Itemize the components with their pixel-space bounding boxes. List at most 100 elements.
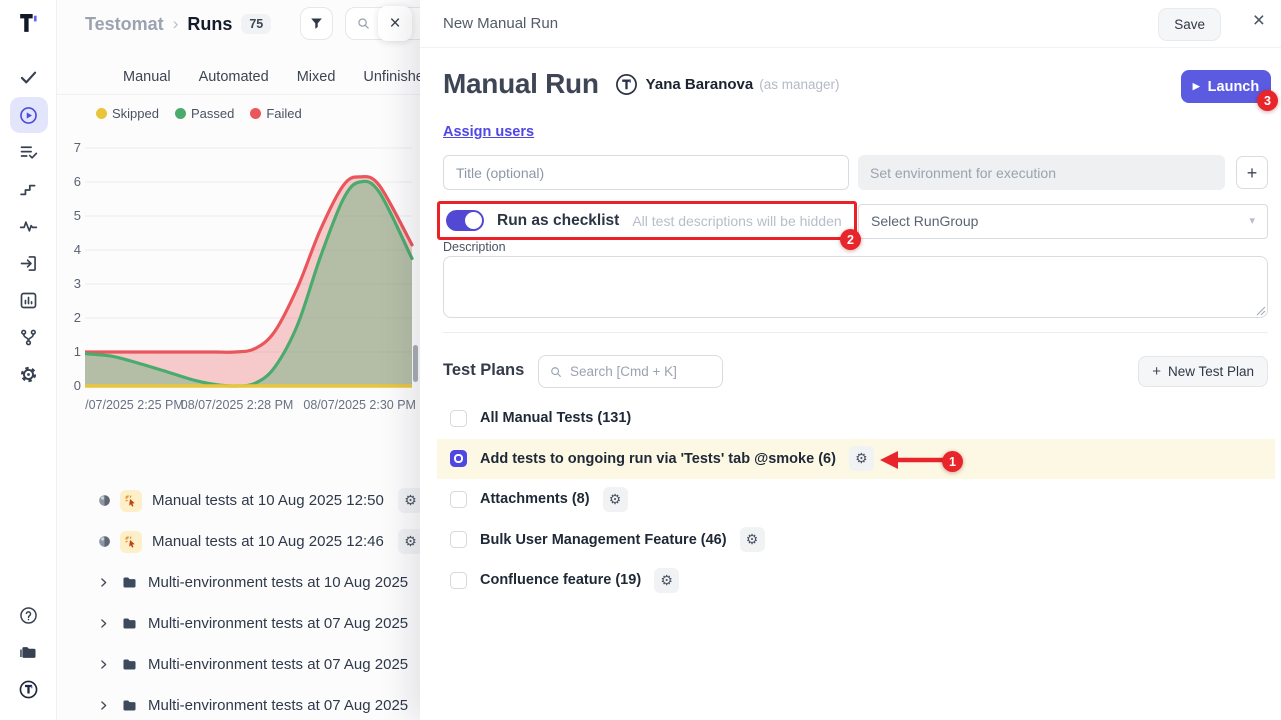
breadcrumb-page: Runs xyxy=(187,14,232,35)
breadcrumb-project[interactable]: Testomat xyxy=(85,14,164,35)
sidebar-nav-button[interactable] xyxy=(10,134,48,171)
save-button[interactable]: Save xyxy=(1158,8,1221,41)
rungroup-select[interactable]: Select RunGroup ▾ xyxy=(858,204,1268,239)
sidebar-nav-icon xyxy=(18,105,39,126)
legend-dot xyxy=(96,108,107,119)
y-axis-tick-label: 0 xyxy=(65,378,81,393)
test-plans-search-input[interactable] xyxy=(570,364,710,379)
test-plan-checkbox[interactable] xyxy=(450,491,467,508)
gear-icon[interactable]: ⚙ xyxy=(603,487,628,512)
close-icon[interactable]: × xyxy=(1253,10,1265,31)
test-plan-label: Confluence feature (19) xyxy=(480,572,641,588)
sidebar-nav-icon xyxy=(18,216,39,237)
description-label: Description xyxy=(443,240,506,254)
chevron-right-icon[interactable] xyxy=(97,699,110,712)
runs-list-item[interactable]: Multi-environment tests at 07 Aug 2025 xyxy=(57,685,420,720)
sidebar-bottom-button[interactable] xyxy=(10,597,48,634)
sidebar-nav-button[interactable] xyxy=(10,171,48,208)
testomat-logo-icon xyxy=(16,11,41,36)
assign-users-link[interactable]: Assign users xyxy=(443,124,534,140)
test-plan-row[interactable]: Bulk User Management Feature (46) ⚙ xyxy=(437,520,1275,561)
runs-list-item[interactable]: Multi-environment tests at 10 Aug 2025 xyxy=(57,562,420,603)
test-plan-row[interactable]: Confluence feature (19) ⚙ xyxy=(437,560,1275,601)
run-as-checklist-row: Run as checklist All test descriptions w… xyxy=(440,204,854,237)
sidebar-bottom-button[interactable] xyxy=(10,634,48,671)
run-title[interactable]: Manual tests at 10 Aug 2025 12:50 xyxy=(152,492,384,509)
test-plan-row[interactable]: Attachments (8) ⚙ xyxy=(437,479,1275,520)
runs-tab[interactable]: Manual xyxy=(123,69,171,85)
run-status-sphere-icon xyxy=(97,534,112,549)
legend-item: Passed xyxy=(175,106,234,121)
runs-tab[interactable]: Mixed xyxy=(297,69,336,85)
manager-name: Yana Baranova xyxy=(646,76,754,93)
panel-scrollbar-thumb[interactable] xyxy=(413,345,418,382)
test-plan-checkbox[interactable] xyxy=(450,450,467,467)
run-title[interactable]: Multi-environment tests at 10 Aug 2025 xyxy=(148,574,408,591)
description-textarea[interactable] xyxy=(443,256,1268,318)
new-test-plan-button[interactable]: + New Test Plan xyxy=(1138,356,1268,387)
sidebar-nav-button[interactable] xyxy=(10,59,48,96)
sidebar-nav-button[interactable] xyxy=(10,319,48,356)
search-icon xyxy=(356,16,371,31)
gear-icon[interactable]: ⚙ xyxy=(740,527,765,552)
y-axis-tick-label: 1 xyxy=(65,344,81,359)
runs-list-item[interactable]: Multi-environment tests at 07 Aug 2025 xyxy=(57,603,420,644)
folder-icon xyxy=(121,574,138,591)
gear-icon[interactable]: ⚙ xyxy=(398,529,420,554)
runs-list-item[interactable]: Manual tests at 10 Aug 2025 12:46 ⚙ xyxy=(57,521,420,562)
search-clear-button[interactable]: × xyxy=(378,6,412,41)
annotation-step-1-badge: 1 xyxy=(942,451,963,472)
sidebar-nav-icon xyxy=(18,67,39,88)
y-axis-tick-label: 5 xyxy=(65,208,81,223)
chevron-right-icon[interactable] xyxy=(97,576,110,589)
sidebar-nav-button[interactable] xyxy=(10,245,48,282)
run-title[interactable]: Multi-environment tests at 07 Aug 2025 xyxy=(148,697,408,714)
test-plan-checkbox[interactable] xyxy=(450,410,467,427)
play-icon: ▶ xyxy=(1193,81,1200,92)
test-plan-checkbox[interactable] xyxy=(450,531,467,548)
test-plan-checkbox[interactable] xyxy=(450,572,467,589)
sidebar-nav-button[interactable] xyxy=(10,282,48,319)
sidebar-nav-icon xyxy=(18,327,39,348)
runs-tab[interactable]: Automated xyxy=(199,69,269,85)
manual-run-cursor-click-icon xyxy=(120,531,142,553)
gear-icon[interactable]: ⚙ xyxy=(849,446,874,471)
run-title[interactable]: Manual tests at 10 Aug 2025 12:46 xyxy=(152,533,384,550)
test-plan-row[interactable]: All Manual Tests (131) xyxy=(437,398,1275,439)
gear-icon[interactable]: ⚙ xyxy=(398,488,420,513)
plus-icon: + xyxy=(1152,363,1161,380)
run-title[interactable]: Multi-environment tests at 07 Aug 2025 xyxy=(148,615,408,632)
run-title[interactable]: Multi-environment tests at 07 Aug 2025 xyxy=(148,656,408,673)
add-environment-button[interactable]: + xyxy=(1236,156,1268,189)
chevron-right-icon[interactable] xyxy=(97,617,110,630)
sidebar-bottom-button[interactable] xyxy=(10,671,48,708)
x-axis-tick-label: 08/07/2025 2:28 PM xyxy=(181,398,294,412)
run-title-input[interactable] xyxy=(443,155,849,190)
runs-list-item[interactable]: Multi-environment tests at 07 Aug 2025 xyxy=(57,644,420,685)
runs-tab[interactable]: Unfinished xyxy=(363,69,420,85)
filter-button[interactable] xyxy=(300,7,333,40)
chart-legend: Skipped Passed Failed xyxy=(96,106,302,121)
chart-plot-area: 08/07/2025 2:25 PM08/07/2025 2:28 PM08/0… xyxy=(85,136,420,428)
sidebar-nav-button[interactable] xyxy=(10,97,48,133)
test-plans-title: Test Plans xyxy=(443,361,524,380)
y-axis-tick-label: 3 xyxy=(65,276,81,291)
run-status-sphere-icon xyxy=(97,493,112,508)
sidebar-bottom-icon xyxy=(18,642,39,663)
environment-input[interactable] xyxy=(858,155,1225,190)
runs-count-badge: 75 xyxy=(241,14,271,34)
section-divider xyxy=(443,332,1268,333)
run-as-checklist-toggle[interactable] xyxy=(446,210,484,231)
legend-item: Skipped xyxy=(96,106,159,121)
sidebar-nav-button[interactable] xyxy=(10,208,48,245)
manager-avatar xyxy=(615,73,638,96)
chevron-right-icon[interactable] xyxy=(97,658,110,671)
runs-list-item[interactable]: Manual tests at 10 Aug 2025 12:50 ⚙ xyxy=(57,480,420,521)
runs-panel: Testomat › Runs 75 × Manual Automated Mi… xyxy=(57,0,420,720)
sidebar-nav-icon xyxy=(18,253,39,274)
gear-icon[interactable]: ⚙ xyxy=(654,568,679,593)
sidebar-nav xyxy=(0,59,57,393)
sidebar-nav-button[interactable] xyxy=(10,356,48,393)
annotation-step-2-badge: 2 xyxy=(840,229,861,250)
test-plan-row[interactable]: Add tests to ongoing run via 'Tests' tab… xyxy=(437,439,1275,480)
